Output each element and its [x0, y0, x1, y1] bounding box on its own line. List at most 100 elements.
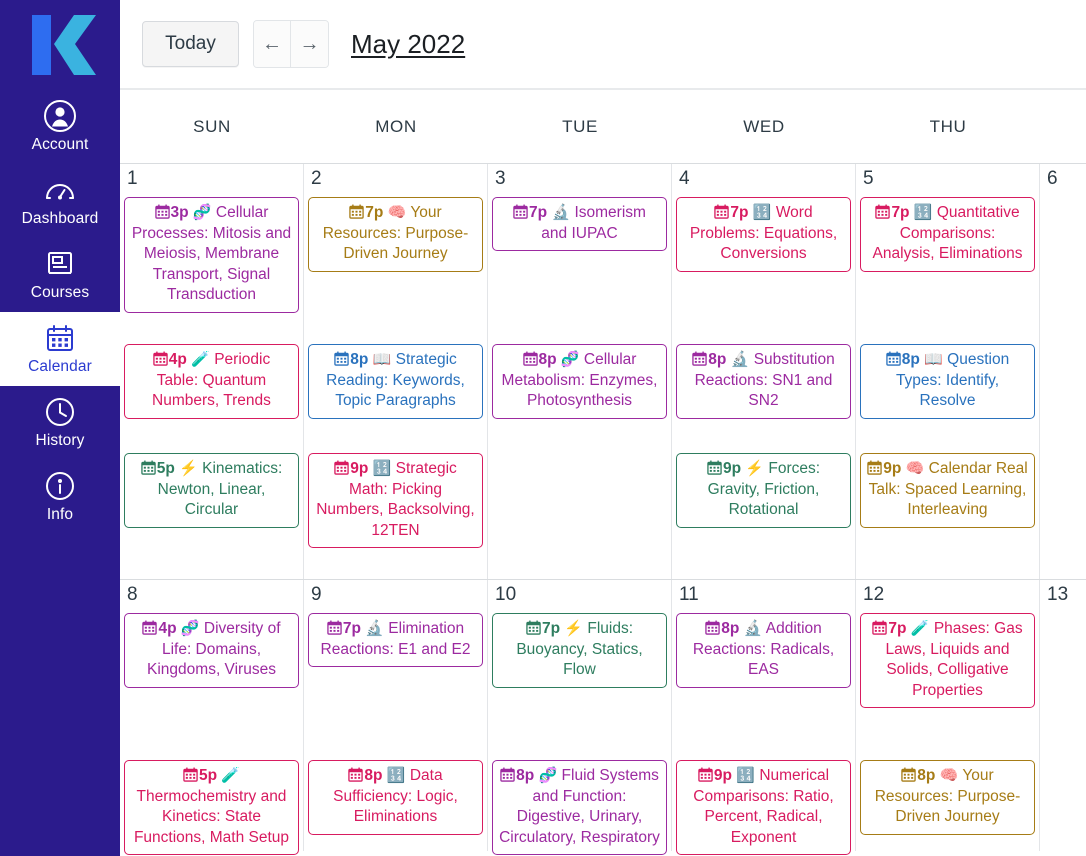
input-numbers-emoji: 🔢 [752, 204, 772, 221]
input-numbers-emoji: 🔢 [372, 460, 392, 477]
day-cell-5[interactable]: 5 7p 🔢 Quantitative Comparisons: Analysis… [856, 164, 1040, 579]
calendar-event[interactable]: 3p 🧬 Cellular Processes: Mitosis and Mei… [124, 197, 299, 314]
calendar-event[interactable]: 7p 🔢 Quantitative Comparisons: Analysis,… [860, 197, 1035, 272]
next-month-button[interactable]: → [291, 21, 328, 67]
lightning-emoji: ⚡ [564, 620, 584, 637]
event-calendar-icon [526, 620, 541, 635]
event-calendar-icon [334, 351, 349, 366]
calendar-event[interactable]: 9p 🧠 Calendar Real Talk: Spaced Learning… [860, 453, 1035, 528]
calendar-event[interactable]: 8p 🧬 Cellular Metabolism: Enzymes, Photo… [492, 344, 667, 419]
calendar-event[interactable]: 8p 📖 Question Types: Identify, Resolve [860, 344, 1035, 419]
event-slots [1040, 613, 1086, 851]
event-slot: 8p 🧬 Fluid Systems and Function: Digesti… [492, 760, 667, 856]
calendar-event[interactable]: 9p 🔢 Strategic Math: Picking Numbers, Ba… [308, 453, 483, 549]
lightning-emoji: ⚡ [745, 460, 765, 477]
event-slot: 9p ⚡ Forces: Gravity, Friction, Rotation… [676, 453, 851, 528]
lightning-emoji: ⚡ [179, 460, 198, 477]
courses-book-icon [43, 247, 77, 281]
calendar-event[interactable]: 7p 🧠 Your Resources: Purpose-Driven Jour… [308, 197, 483, 272]
event-time: 9p [883, 460, 902, 477]
sidebar-item-dashboard[interactable]: Dashboard [0, 164, 120, 238]
event-slot: 5p ⚡ Kinematics: Newton, Linear, Circula… [124, 453, 299, 528]
day-cell-13[interactable]: 13 [1040, 580, 1086, 851]
sidebar-item-courses[interactable]: Courses [0, 238, 120, 312]
current-month-label[interactable]: May 2022 [351, 29, 465, 60]
microscope-emoji: 🔬 [743, 620, 763, 637]
dna-emoji: 🧬 [180, 620, 200, 637]
event-time: 7p [529, 204, 548, 221]
day-number: 10 [495, 584, 517, 605]
logo-chevron [54, 15, 96, 75]
day-number: 5 [863, 168, 874, 189]
event-time: 5p [198, 767, 218, 784]
day-cell-2[interactable]: 2 7p 🧠 Your Resources: Purpose-Driven Jou… [304, 164, 488, 579]
sidebar-item-account[interactable]: Account [0, 90, 120, 164]
calendar-event[interactable]: 8p 🧬 Fluid Systems and Function: Digesti… [492, 760, 667, 856]
calendar-event[interactable]: 8p 🔬 Substitution Reactions: SN1 and SN2 [676, 344, 851, 419]
day-cell-8[interactable]: 8 4p 🧬 Diversity of Life: Domains, Kingdo… [120, 580, 304, 856]
event-calendar-icon [348, 767, 364, 782]
event-time: 4p [168, 351, 187, 368]
day-cell-9[interactable]: 9 7p 🔬 Elimination Reactions: E1 and E2 8p… [304, 580, 488, 851]
day-cell-10[interactable]: 10 7p ⚡ Fluids: Buoyancy, Statics, Flow 8p… [488, 580, 672, 856]
day-cell-6[interactable]: 6 [1040, 164, 1086, 579]
event-time: 8p [708, 351, 727, 368]
calendar-event[interactable]: 4p 🧪 Periodic Table: Quantum Numbers, Tr… [124, 344, 299, 419]
event-time: 8p [538, 351, 557, 368]
day-header-sun: SUN [193, 116, 231, 136]
day-cell-12[interactable]: 12 7p 🧪 Phases: Gas Laws, Liquids and Sol… [856, 580, 1040, 851]
event-slots: 7p 🔢 Word Problems: Equations, Conversio… [672, 197, 855, 579]
event-slot: 8p 📖 Question Types: Identify, Resolve [860, 344, 1035, 419]
calendar-event[interactable]: 4p 🧬 Diversity of Life: Domains, Kingdom… [124, 613, 299, 688]
calendar-event[interactable]: 7p 🔬 Elimination Reactions: E1 and E2 [308, 613, 483, 668]
event-slot: 7p 🔢 Word Problems: Equations, Conversio… [676, 197, 851, 272]
day-number: 12 [863, 584, 885, 605]
day-cell-11[interactable]: 11 8p 🔬 Addition Reactions: Radicals, EAS… [672, 580, 856, 856]
calendar-toolbar: Today ← → May 2022 [120, 0, 1086, 88]
event-calendar-icon [692, 351, 708, 366]
event-slots: 7p 🧪 Phases: Gas Laws, Liquids and Solid… [856, 613, 1039, 851]
calendar-event[interactable]: 8p 🔢 Data Sufficiency: Logic, Eliminatio… [308, 760, 483, 835]
calendar-event[interactable]: 8p 🔬 Addition Reactions: Radicals, EAS [676, 613, 851, 688]
calendar-event[interactable]: 5p ⚡ Kinematics: Newton, Linear, Circula… [124, 453, 299, 528]
calendar-event[interactable]: 5p 🧪 Thermochemistry and Kinetics: State… [124, 760, 299, 856]
event-time: 3p [170, 204, 189, 221]
account-avatar-icon [43, 99, 77, 133]
sidebar-item-info[interactable]: Info [0, 460, 120, 534]
dna-emoji: 🧬 [192, 204, 212, 221]
day-cell-4[interactable]: 4 7p 🔢 Word Problems: Equations, Conversi… [672, 164, 856, 579]
calendar-event[interactable]: 7p 🧪 Phases: Gas Laws, Liquids and Solid… [860, 613, 1035, 709]
event-calendar-icon [698, 767, 713, 782]
day-header-wed: WED [743, 116, 785, 136]
sidebar-item-history[interactable]: History [0, 386, 120, 460]
calendar-event[interactable]: 7p 🔢 Word Problems: Equations, Conversio… [676, 197, 851, 272]
event-calendar-icon [513, 204, 528, 219]
event-slot: 7p 🧠 Your Resources: Purpose-Driven Jour… [308, 197, 483, 272]
brain-emoji: 🧠 [387, 204, 407, 221]
calendar-event[interactable]: 8p 📖 Strategic Reading: Keywords, Topic … [308, 344, 483, 419]
sidebar-item-label: Dashboard [21, 210, 99, 228]
event-slot: 8p 🔬 Substitution Reactions: SN1 and SN2 [676, 344, 851, 419]
today-button[interactable]: Today [142, 21, 239, 67]
day-number: 9 [311, 584, 322, 605]
sidebar-item-calendar[interactable]: Calendar [0, 312, 120, 387]
day-cell-3[interactable]: 3 7p 🔬 Isomerism and IUPAC 8p 🧬 Cellular M… [488, 164, 672, 579]
previous-month-button[interactable]: ← [254, 21, 291, 67]
calendar-event[interactable]: 8p 🧠 Your Resources: Purpose-Driven Jour… [860, 760, 1035, 835]
calendar-event[interactable]: 9p ⚡ Forces: Gravity, Friction, Rotation… [676, 453, 851, 528]
day-cell-1[interactable]: 1 3p 🧬 Cellular Processes: Mitosis and Me… [120, 164, 304, 579]
event-slots: 8p 🔬 Addition Reactions: Radicals, EAS 9p… [672, 613, 855, 856]
event-time: 9p [350, 460, 369, 477]
day-header-mon: MON [375, 116, 417, 136]
calendar-event[interactable]: 7p ⚡ Fluids: Buoyancy, Statics, Flow [492, 613, 667, 688]
event-slot: 9p 🔢 Strategic Math: Picking Numbers, Ba… [308, 453, 483, 549]
calendar-event[interactable]: 9p 🔢 Numerical Comparisons: Ratio, Perce… [676, 760, 851, 856]
brand-logo[interactable] [0, 0, 120, 90]
sidebar-nav-list: Account Dashboard Courses Calendar History In… [0, 90, 120, 534]
calendar-main: Today ← → May 2022 SUNMONTUEWEDTHUFRI 13… [120, 0, 1086, 856]
event-time: 9p [713, 767, 732, 784]
calendar-event[interactable]: 7p 🔬 Isomerism and IUPAC [492, 197, 667, 252]
event-slots: 7p 🧠 Your Resources: Purpose-Driven Jour… [304, 197, 487, 579]
info-circle-icon [43, 469, 77, 503]
event-time: 8p [364, 767, 383, 784]
